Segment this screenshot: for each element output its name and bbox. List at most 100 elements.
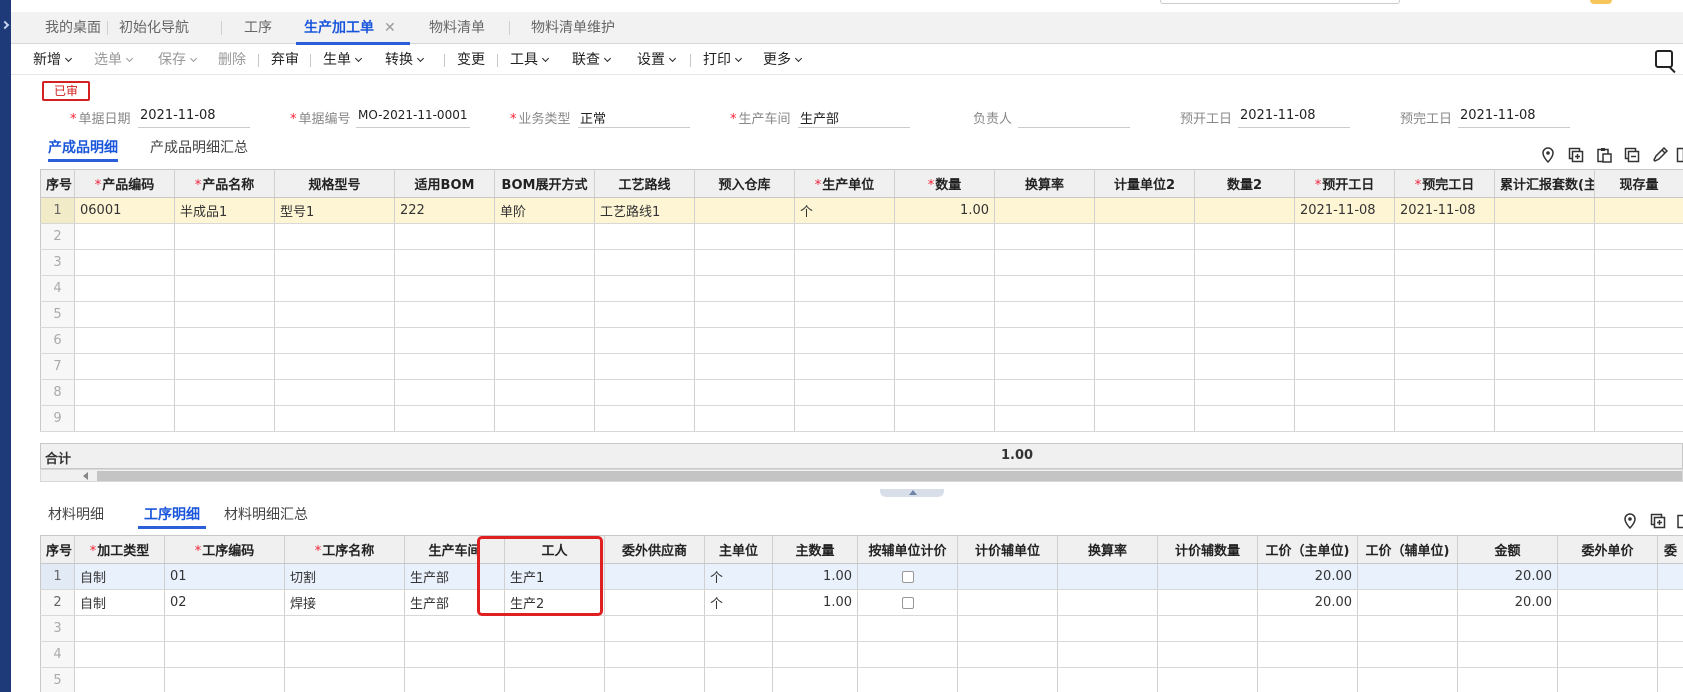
col-header-index[interactable]: 序号 xyxy=(40,535,75,564)
cell[interactable] xyxy=(1057,641,1158,668)
cell[interactable] xyxy=(794,327,895,354)
cell[interactable] xyxy=(957,615,1058,642)
cell[interactable] xyxy=(894,223,995,250)
table-row[interactable]: 4 xyxy=(40,275,1683,302)
cell[interactable] xyxy=(174,249,275,276)
cell-qty2[interactable] xyxy=(1194,197,1295,224)
cell[interactable] xyxy=(594,327,695,354)
cell-product-code[interactable]: 06001 xyxy=(74,197,175,224)
cell[interactable] xyxy=(394,327,495,354)
cell[interactable] xyxy=(164,667,285,692)
table-row[interactable]: 2 xyxy=(40,223,1683,250)
cell-workshop[interactable]: 生产部 xyxy=(404,589,505,616)
cell[interactable] xyxy=(1394,223,1495,250)
cell[interactable] xyxy=(394,249,495,276)
cell[interactable] xyxy=(857,641,958,668)
biz-type-field[interactable]: 正常 xyxy=(578,108,690,128)
cell-price-aux[interactable] xyxy=(1357,589,1458,616)
table-row[interactable]: 1 06001 半成品1 型号1 222 单阶 工艺路线1 个 1.00 202… xyxy=(40,197,1683,224)
cell[interactable] xyxy=(704,667,773,692)
table-row[interactable]: 3 xyxy=(40,249,1683,276)
cell-rate[interactable] xyxy=(994,197,1095,224)
cell[interactable] xyxy=(1494,405,1595,432)
cell[interactable] xyxy=(994,301,1095,328)
cell[interactable] xyxy=(694,327,795,354)
cell[interactable] xyxy=(772,615,858,642)
cell[interactable] xyxy=(1194,301,1295,328)
start-date-field[interactable]: 2021-11-08 xyxy=(1238,108,1350,128)
cell-truncated[interactable] xyxy=(1657,563,1683,590)
cell[interactable] xyxy=(604,667,705,692)
cell[interactable] xyxy=(494,249,595,276)
location-pin-icon[interactable] xyxy=(1540,147,1556,163)
cell[interactable] xyxy=(174,223,275,250)
cell[interactable] xyxy=(794,405,895,432)
col-header-bom-expand[interactable]: BOM展开方式 xyxy=(494,169,595,198)
table-row[interactable]: 2 自制 02 焊接 生产部 生产2 个 1.00 20.00 20.00 xyxy=(40,589,1683,616)
col-header-qty[interactable]: *数量 xyxy=(894,169,995,198)
cell[interactable] xyxy=(794,249,895,276)
cell[interactable] xyxy=(794,301,895,328)
tab-material-summary[interactable]: 材料明细汇总 xyxy=(224,503,308,529)
cell[interactable] xyxy=(494,275,595,302)
code-field[interactable]: MO-2021-11-0001 xyxy=(356,108,470,128)
cell[interactable] xyxy=(494,301,595,328)
cell[interactable] xyxy=(994,275,1095,302)
cell[interactable] xyxy=(274,405,395,432)
cell[interactable] xyxy=(1594,275,1683,302)
cell[interactable] xyxy=(274,223,395,250)
settings-button[interactable]: 设置 xyxy=(637,45,677,75)
edit-icon[interactable] xyxy=(1652,147,1668,163)
cell[interactable] xyxy=(694,353,795,380)
cell[interactable] xyxy=(994,405,1095,432)
cell-bom[interactable]: 222 xyxy=(394,197,495,224)
close-icon[interactable]: ✕ xyxy=(384,20,396,36)
tab-process-detail[interactable]: 工序明细 xyxy=(138,503,206,529)
col-header-unit[interactable]: *生产单位 xyxy=(794,169,895,198)
cell[interactable] xyxy=(694,223,795,250)
cell[interactable] xyxy=(594,249,695,276)
cell[interactable] xyxy=(1557,615,1658,642)
cell[interactable] xyxy=(694,249,795,276)
paste-icon[interactable] xyxy=(1596,147,1612,163)
copy-row-icon[interactable] xyxy=(1650,513,1666,529)
cell[interactable] xyxy=(404,667,505,692)
cell-stock[interactable] xyxy=(1594,197,1683,224)
cell-aux-qty[interactable] xyxy=(1157,589,1258,616)
cell[interactable] xyxy=(1257,667,1358,692)
table-row[interactable]: 3 xyxy=(40,615,1683,642)
cell[interactable] xyxy=(594,275,695,302)
cell[interactable] xyxy=(504,641,605,668)
horizontal-scrollbar[interactable] xyxy=(40,469,1683,482)
cell[interactable] xyxy=(594,223,695,250)
select-button[interactable]: 选单 xyxy=(94,45,134,75)
cell[interactable] xyxy=(1594,353,1683,380)
table-row[interactable]: 1 自制 01 切割 生产部 生产1 个 1.00 20.00 20.00 xyxy=(40,563,1683,590)
cell-supplier[interactable] xyxy=(604,589,705,616)
cell[interactable] xyxy=(1257,641,1358,668)
cell[interactable] xyxy=(694,379,795,406)
scroll-left-icon[interactable] xyxy=(83,472,88,480)
cell[interactable] xyxy=(1457,641,1558,668)
print-button[interactable]: 打印 xyxy=(703,45,743,75)
col-header-main-unit[interactable]: 主单位 xyxy=(704,535,773,564)
col-header-route[interactable]: 工艺路线 xyxy=(594,169,695,198)
cell[interactable] xyxy=(274,353,395,380)
cell-amount[interactable]: 20.00 xyxy=(1457,589,1558,616)
cell[interactable] xyxy=(1594,327,1683,354)
cell[interactable] xyxy=(174,327,275,354)
cell[interactable] xyxy=(1294,327,1395,354)
cell-start[interactable]: 2021-11-08 xyxy=(1294,197,1395,224)
cell[interactable] xyxy=(772,641,858,668)
cell-price-main[interactable]: 20.00 xyxy=(1257,563,1358,590)
cell[interactable] xyxy=(174,301,275,328)
cell[interactable] xyxy=(74,301,175,328)
cell-process-code[interactable]: 02 xyxy=(164,589,285,616)
cell[interactable] xyxy=(704,615,773,642)
cell[interactable] xyxy=(274,275,395,302)
cell-amount[interactable]: 20.00 xyxy=(1457,563,1558,590)
col-header-aux-pricing[interactable]: 按辅单位计价 xyxy=(857,535,958,564)
copy-row-icon[interactable] xyxy=(1568,147,1584,163)
paste-icon[interactable] xyxy=(1676,513,1683,529)
cell-process-type[interactable]: 自制 xyxy=(74,589,165,616)
